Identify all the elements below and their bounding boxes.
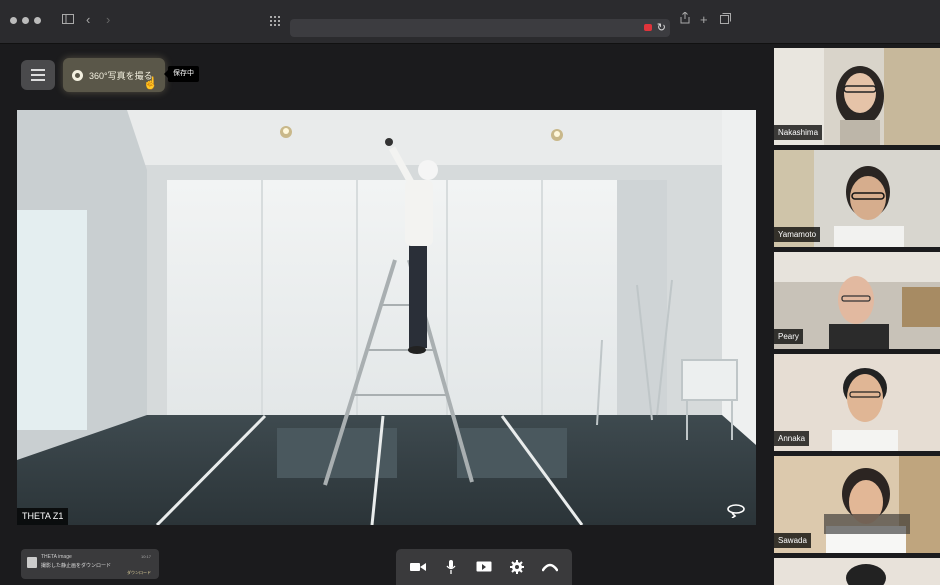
window-controls[interactable] bbox=[10, 17, 41, 24]
minimize-window-icon[interactable] bbox=[22, 17, 29, 24]
tab-grid-icon[interactable] bbox=[270, 14, 280, 30]
microphone-icon bbox=[446, 560, 456, 574]
share-icon[interactable] bbox=[680, 11, 690, 28]
browser-toolbar: ‹ › ↻ + bbox=[0, 0, 940, 44]
camera-icon bbox=[410, 563, 427, 571]
notification-message: 撮影した静止画をダウンロード bbox=[41, 563, 112, 569]
participant-name: Peary bbox=[774, 329, 803, 344]
main-video-feed bbox=[17, 110, 756, 525]
participant-tile[interactable]: Annaka bbox=[774, 354, 940, 451]
download-link[interactable]: ダウンロード bbox=[127, 570, 151, 576]
hang-up-button[interactable] bbox=[539, 556, 561, 578]
participant-tile[interactable] bbox=[774, 558, 940, 585]
address-bar[interactable]: ↻ bbox=[290, 19, 670, 37]
hand-cursor-icon: ☝ bbox=[143, 76, 158, 90]
zoom-window-icon[interactable] bbox=[34, 17, 41, 24]
call-controls bbox=[396, 549, 572, 585]
microphone-button[interactable] bbox=[440, 556, 462, 578]
forward-button[interactable]: › bbox=[106, 12, 110, 28]
rotate-360-icon[interactable] bbox=[726, 502, 746, 519]
hamburger-icon bbox=[31, 69, 45, 71]
reload-icon[interactable]: ↻ bbox=[657, 21, 666, 34]
screen-share-button[interactable] bbox=[473, 556, 495, 578]
menu-button[interactable] bbox=[21, 60, 55, 90]
notification-time: 10:17 bbox=[140, 554, 151, 559]
participant-tile[interactable]: Yamamoto bbox=[774, 150, 940, 247]
participant-name: Annaka bbox=[774, 431, 810, 446]
notification-app: THETA image bbox=[41, 554, 72, 560]
camera-label: THETA Z1 bbox=[17, 508, 69, 525]
participant-name: Nakashima bbox=[774, 125, 823, 140]
participant-tile[interactable]: Sawada bbox=[774, 456, 940, 553]
new-tab-icon[interactable]: + bbox=[700, 12, 708, 28]
meeting-app: 360°写真を撮る ☝ 保存中 THETA Z1 Nakashima Yamam… bbox=[0, 44, 940, 585]
sidebar-toggle-icon[interactable] bbox=[62, 12, 74, 28]
back-button[interactable]: ‹ bbox=[86, 12, 90, 28]
saving-tooltip: 保存中 bbox=[164, 66, 199, 82]
participant-name: Sawada bbox=[774, 533, 811, 548]
participant-tile[interactable]: Peary bbox=[774, 252, 940, 349]
camera-button[interactable] bbox=[407, 556, 429, 578]
recording-indicator-icon bbox=[644, 24, 652, 31]
theta-camera-icon bbox=[72, 69, 83, 81]
participant-video bbox=[774, 558, 940, 585]
image-file-icon bbox=[27, 557, 37, 568]
participant-name: Yamamoto bbox=[774, 227, 821, 242]
screen-share-icon bbox=[476, 561, 492, 572]
participant-tile[interactable]: Nakashima bbox=[774, 48, 940, 145]
room-scene-image bbox=[17, 110, 756, 525]
tab-overview-icon[interactable] bbox=[720, 12, 731, 28]
close-window-icon[interactable] bbox=[10, 17, 17, 24]
settings-icon bbox=[509, 560, 524, 574]
settings-button[interactable] bbox=[506, 556, 528, 578]
hang-up-icon bbox=[541, 563, 558, 572]
download-notification[interactable]: THETA image 撮影した静止画をダウンロード 10:17 ダウンロード bbox=[21, 549, 159, 579]
